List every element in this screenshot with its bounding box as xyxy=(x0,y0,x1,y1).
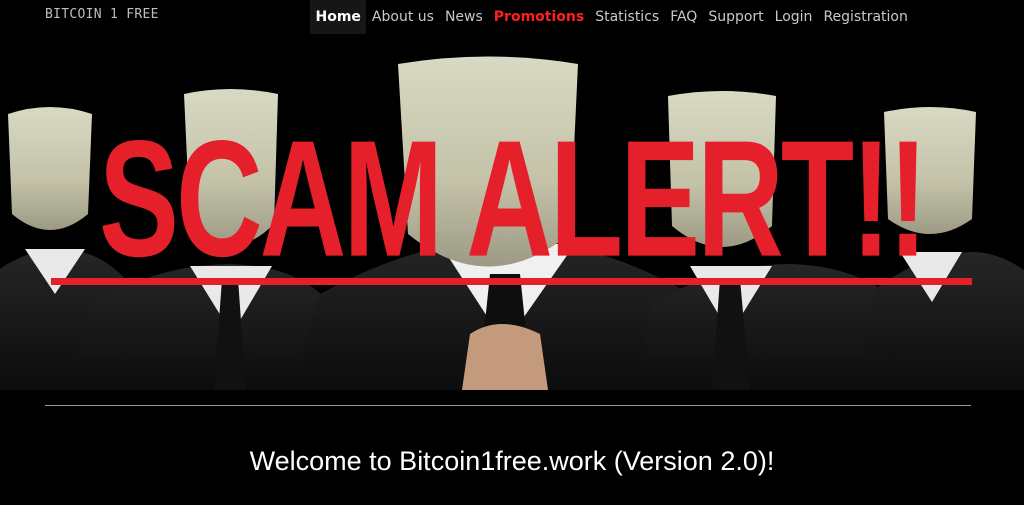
scam-alert-overlay: SCAM ALERT!! xyxy=(98,106,928,292)
scam-alert-underline xyxy=(51,278,972,285)
brand-logo-text[interactable]: BITCOIN 1 FREE xyxy=(45,7,159,22)
nav-faq[interactable]: FAQ xyxy=(665,0,703,34)
nav-promotions[interactable]: Promotions xyxy=(488,0,589,34)
nav-login[interactable]: Login xyxy=(769,0,818,34)
hero-banner: SCAM ALERT!! xyxy=(0,34,1024,390)
nav-support[interactable]: Support xyxy=(703,0,769,34)
top-navbar: BITCOIN 1 FREE Home About us News Promot… xyxy=(0,0,1024,34)
nav-home[interactable]: Home xyxy=(310,0,367,34)
nav-statistics[interactable]: Statistics xyxy=(590,0,665,34)
welcome-heading: Welcome to Bitcoin1free.work (Version 2.… xyxy=(249,446,775,476)
main-nav: Home About us News Promotions Statistics… xyxy=(310,0,913,34)
nav-news[interactable]: News xyxy=(439,0,488,34)
section-divider xyxy=(45,405,971,406)
nav-about-us[interactable]: About us xyxy=(366,0,439,34)
nav-registration[interactable]: Registration xyxy=(818,0,913,34)
